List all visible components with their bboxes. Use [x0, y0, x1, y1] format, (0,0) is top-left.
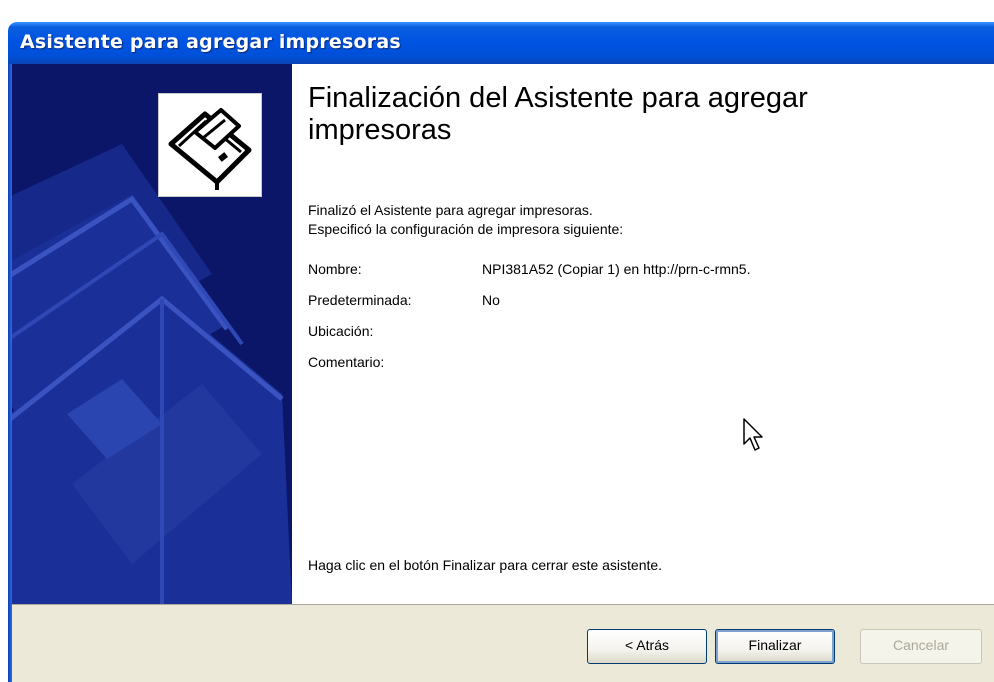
wizard-content: Finalización del Asistente para agregar …: [292, 64, 994, 604]
setting-row-default: Predeterminada: No: [308, 292, 988, 323]
setting-value: NPI381A52 (Copiar 1) en http://prn-c-rmn…: [482, 261, 751, 277]
back-button[interactable]: < Atrás: [587, 629, 707, 664]
setting-row-comment: Comentario:: [308, 354, 988, 385]
printer-settings-list: Nombre: NPI381A52 (Copiar 1) en http://p…: [308, 261, 988, 385]
cancel-button[interactable]: Cancelar: [860, 629, 982, 664]
wizard-button-bar: < Atrás Finalizar Cancelar: [12, 604, 994, 682]
printer-icon: [158, 93, 262, 197]
mouse-pointer-icon: [743, 418, 765, 459]
window-title: Asistente para agregar impresoras: [20, 31, 401, 53]
setting-value: No: [482, 292, 500, 308]
page-title: Finalización del Asistente para agregar …: [308, 82, 808, 146]
setting-label: Comentario:: [308, 354, 385, 370]
setting-label: Predeterminada:: [308, 292, 412, 308]
intro-line-2: Especificó la configuración de impresora…: [308, 221, 624, 237]
intro-text: Finalizó el Asistente para agregar impre…: [308, 201, 623, 239]
setting-label: Nombre:: [308, 261, 362, 277]
finish-button[interactable]: Finalizar: [715, 629, 835, 664]
setting-row-location: Ubicación:: [308, 323, 988, 354]
title-bar[interactable]: Asistente para agregar impresoras: [8, 22, 994, 64]
setting-row-name: Nombre: NPI381A52 (Copiar 1) en http://p…: [308, 261, 988, 292]
add-printer-wizard-window: Asistente para agregar impresoras Finali…: [0, 0, 994, 682]
setting-label: Ubicación:: [308, 323, 374, 339]
finish-instruction: Haga clic en el botón Finalizar para cer…: [308, 557, 663, 573]
intro-line-1: Finalizó el Asistente para agregar impre…: [308, 202, 593, 218]
